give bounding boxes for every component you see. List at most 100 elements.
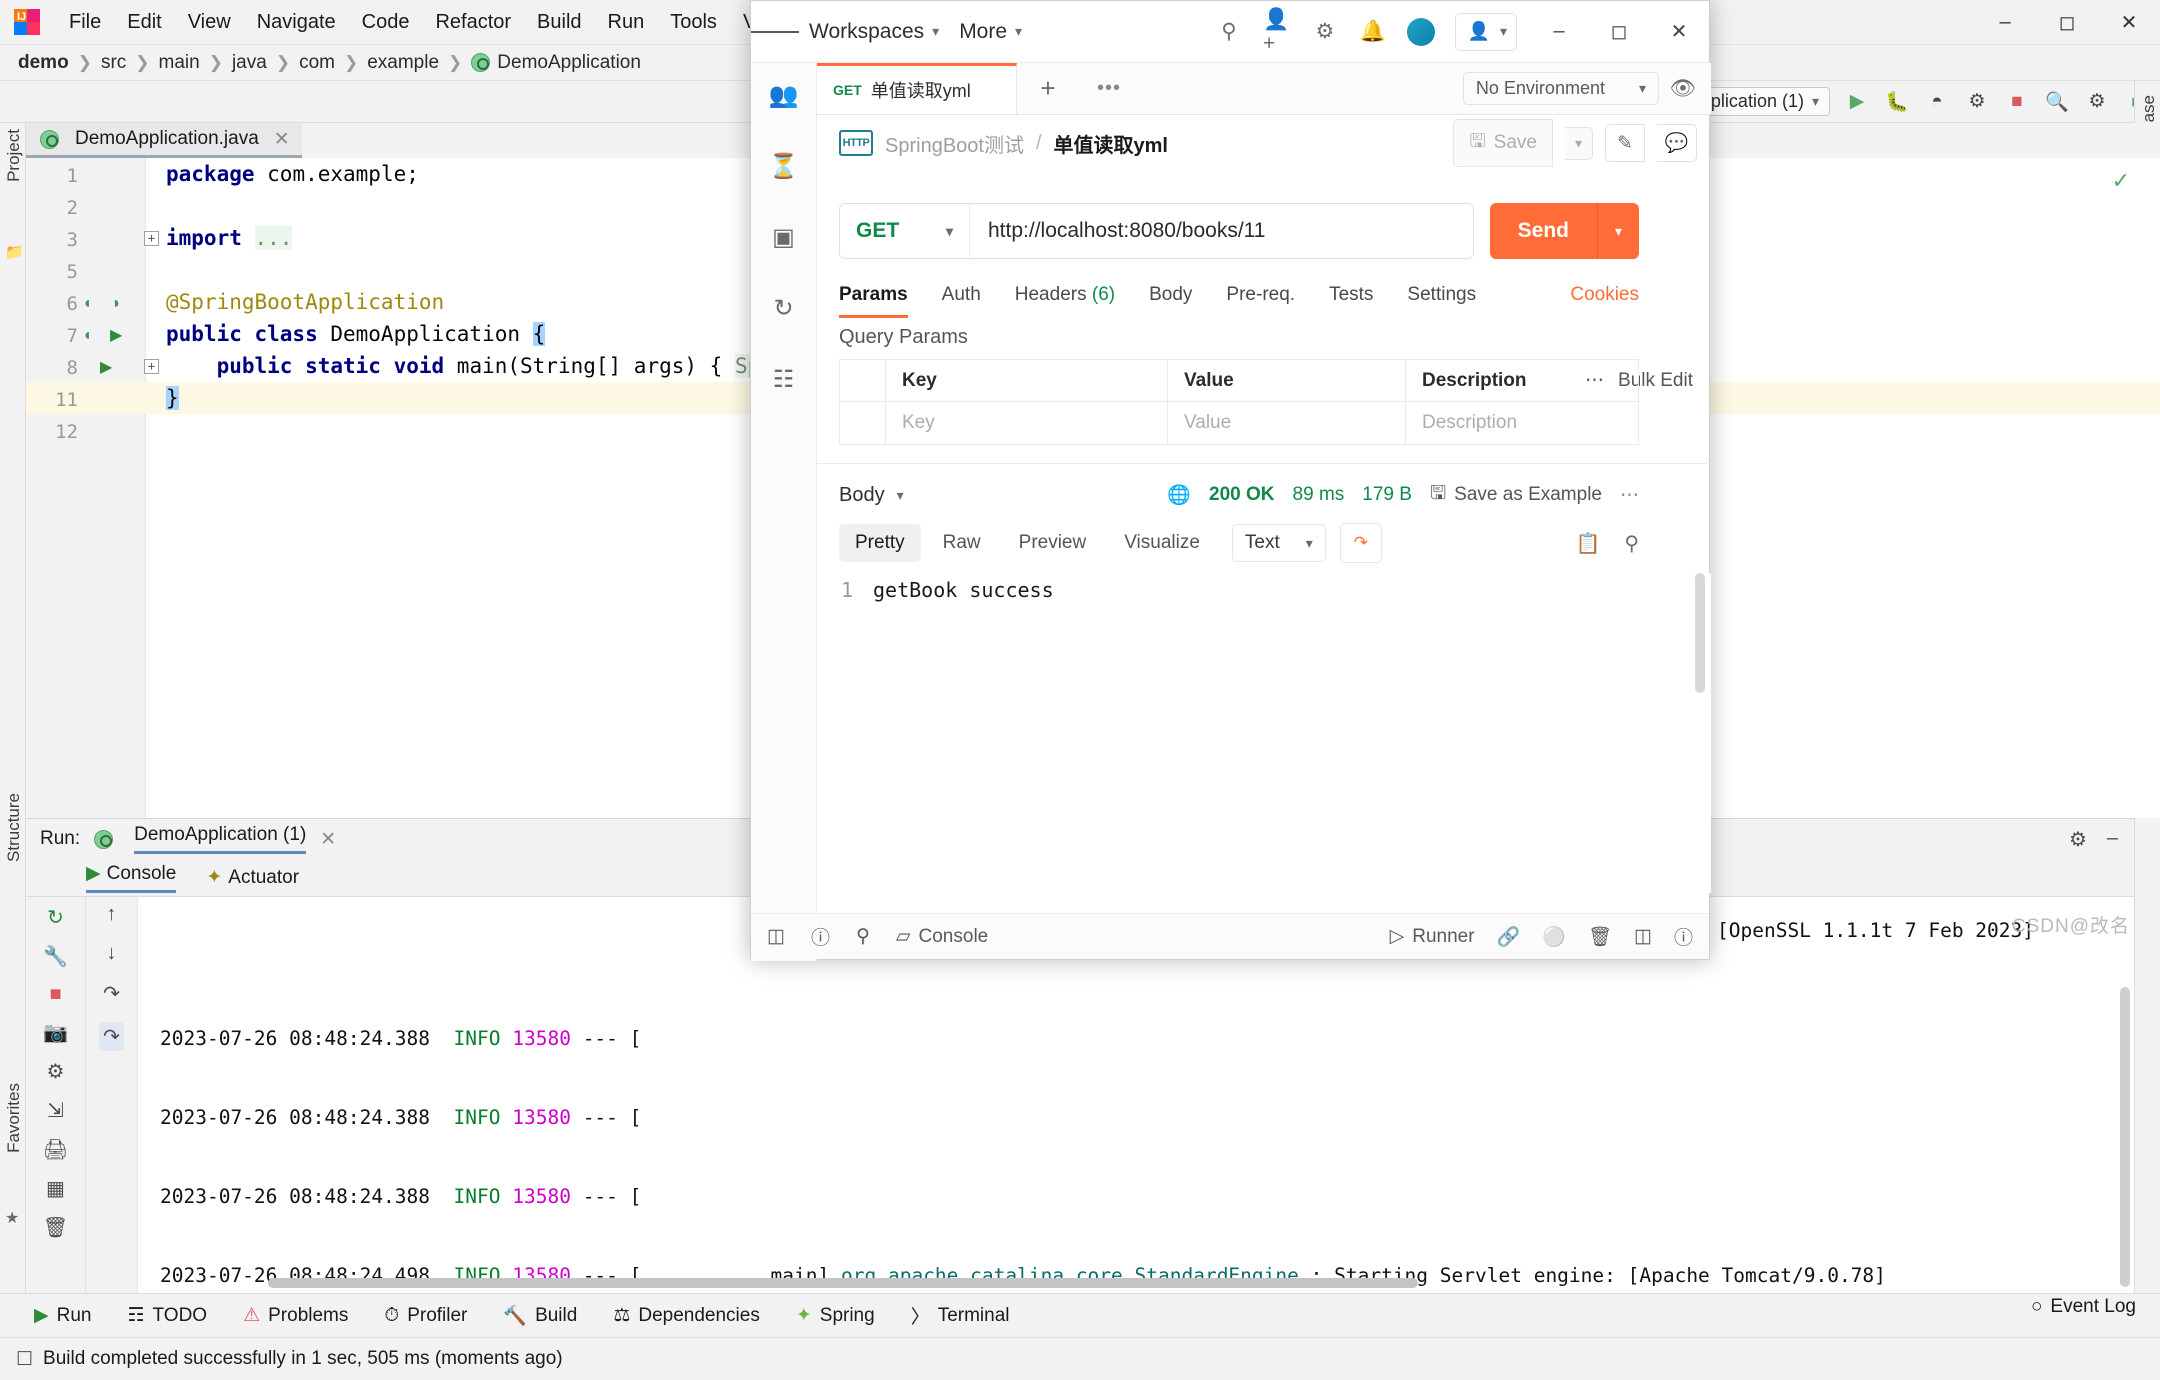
tab-params[interactable]: Params xyxy=(839,284,908,318)
tab-body[interactable]: Body xyxy=(1149,284,1192,306)
tool-window-structure[interactable]: Structure xyxy=(4,793,24,862)
status-tool-build[interactable]: 🔨 Build xyxy=(503,1304,577,1328)
run-session-tab[interactable]: DemoApplication (1) xyxy=(134,824,307,854)
environment-quick-look-icon[interactable]: 👁 xyxy=(1669,75,1697,103)
debug-button[interactable]: 🐛 xyxy=(1884,90,1910,114)
status-tool-dependencies[interactable]: ⚖ Dependencies xyxy=(613,1304,760,1327)
breadcrumb-java[interactable]: java xyxy=(232,52,267,74)
two-pane-icon[interactable]: ◫ xyxy=(1634,925,1652,948)
breadcrumb-main[interactable]: main xyxy=(159,52,200,74)
spring-check-gutter-icon[interactable]: ◑ xyxy=(110,295,120,313)
tab-pre-request[interactable]: Pre-req. xyxy=(1226,284,1295,306)
apps-grid-icon[interactable]: ☷ xyxy=(773,365,795,394)
sync-status-icon[interactable] xyxy=(1406,17,1435,46)
help-icon[interactable]: ⓘ xyxy=(811,923,830,950)
ide-maximize-button[interactable]: ◻ xyxy=(2036,0,2098,45)
tab-options-button[interactable]: ••• xyxy=(1079,63,1139,114)
tab-settings[interactable]: Settings xyxy=(1407,284,1476,306)
status-tool-problems[interactable]: ⚠ Problems xyxy=(243,1304,348,1327)
menu-code[interactable]: Code xyxy=(349,11,423,34)
ide-minimize-button[interactable]: – xyxy=(1974,0,2036,45)
view-tab-visualize[interactable]: Visualize xyxy=(1108,524,1216,562)
save-as-example-button[interactable]: 🖫 Save as Example xyxy=(1430,479,1602,511)
search-icon[interactable]: ⚲ xyxy=(1624,531,1639,556)
cookies-link[interactable]: Cookies xyxy=(1570,284,1639,306)
tab-console[interactable]: ▶ Console xyxy=(86,862,177,893)
scroll-up-icon[interactable]: ↑ xyxy=(107,903,117,926)
editor-tab-demoapplication[interactable]: DemoApplication.java ✕ xyxy=(26,123,302,158)
breadcrumb-demo[interactable]: demo xyxy=(18,52,69,74)
menu-tools[interactable]: Tools xyxy=(657,11,730,34)
scroll-down-icon[interactable]: ↓ xyxy=(107,942,117,965)
status-tool-terminal[interactable]: 〉 Terminal xyxy=(911,1302,1010,1329)
response-vertical-scrollbar[interactable] xyxy=(1695,573,1705,693)
http-method-selector[interactable]: GET ▾ xyxy=(840,204,970,258)
table-row[interactable]: Key Value Description xyxy=(840,402,1638,444)
menu-build[interactable]: Build xyxy=(524,11,594,34)
ide-close-button[interactable]: ✕ xyxy=(2098,0,2160,45)
postman-minimize-button[interactable]: – xyxy=(1529,1,1589,63)
tab-headers[interactable]: Headers (6) xyxy=(1015,284,1115,306)
breadcrumb-collection[interactable]: SpringBoot测试 xyxy=(885,129,1024,158)
coverage-button[interactable]: ◓ xyxy=(1924,91,1950,113)
save-button[interactable]: 🖫 Save xyxy=(1453,119,1553,167)
breadcrumb-request-name[interactable]: 单值读取yml xyxy=(1054,129,1168,158)
menu-run[interactable]: Run xyxy=(595,11,658,34)
rerun-icon[interactable]: ↻ xyxy=(47,905,64,930)
tool-window-favorites[interactable]: Favorites xyxy=(4,1083,24,1153)
search-everywhere-icon[interactable]: 🔍 xyxy=(2044,90,2070,114)
event-log-button[interactable]: ○ Event Log xyxy=(2031,1296,2136,1318)
star-icon[interactable]: ★ xyxy=(5,1208,19,1228)
menu-view[interactable]: View xyxy=(175,11,244,34)
wrench-icon[interactable]: 🔧 xyxy=(43,944,68,969)
sidebar-toggle-icon[interactable]: ◫ xyxy=(767,925,785,948)
key-input[interactable]: Key xyxy=(886,402,1168,444)
postman-close-button[interactable]: ✕ xyxy=(1649,1,1709,63)
stop-icon[interactable]: ■ xyxy=(49,983,61,1006)
wrap-lines-icon[interactable]: ↷ xyxy=(1339,523,1382,563)
layout-icon[interactable]: ▦ xyxy=(46,1176,65,1201)
status-tool-profiler[interactable]: ⏱ Profiler xyxy=(384,1305,467,1327)
gear-icon[interactable]: ⚙ xyxy=(1311,18,1339,46)
tab-auth[interactable]: Auth xyxy=(942,284,981,306)
run-gutter-icon[interactable]: ▶ xyxy=(100,357,112,377)
response-body[interactable]: 1 getBook success xyxy=(817,573,1711,893)
description-input[interactable]: Description xyxy=(1406,402,1638,444)
bean-gutter-icon[interactable]: ◐ xyxy=(84,295,94,313)
select-all-cell[interactable] xyxy=(840,360,886,401)
menu-edit[interactable]: Edit xyxy=(114,11,174,34)
breadcrumb-demoapplication[interactable]: DemoApplication xyxy=(497,52,641,74)
row-checkbox-cell[interactable] xyxy=(840,402,886,444)
help-circle-icon[interactable]: ⓘ xyxy=(1674,923,1693,950)
response-body-label[interactable]: Body xyxy=(839,484,885,507)
menu-navigate[interactable]: Navigate xyxy=(244,11,349,34)
search-icon[interactable]: ⚲ xyxy=(1215,18,1243,46)
run-gutter-icon[interactable]: ▶ xyxy=(110,325,122,345)
breadcrumb-com[interactable]: com xyxy=(299,52,335,74)
view-tab-preview[interactable]: Preview xyxy=(1003,524,1103,562)
close-icon[interactable]: ✕ xyxy=(274,128,290,151)
trash-icon[interactable]: 🗑 xyxy=(1588,925,1612,949)
fold-expand-icon[interactable]: + xyxy=(144,231,159,246)
run-button[interactable]: ▶ xyxy=(1844,90,1870,113)
value-input[interactable]: Value xyxy=(1168,402,1406,444)
trash-icon[interactable]: 🗑 xyxy=(43,1215,68,1240)
tab-actuator[interactable]: ✦ Actuator xyxy=(206,866,299,889)
profile-button[interactable]: ⚙ xyxy=(1964,90,1990,113)
minimize-panel-icon[interactable]: – xyxy=(2107,827,2118,852)
tool-window-project[interactable]: Project xyxy=(4,129,24,182)
new-tab-button[interactable]: + xyxy=(1017,63,1079,114)
invite-icon[interactable]: 👤+ xyxy=(1263,8,1291,55)
status-tool-spring[interactable]: ✦ Spring xyxy=(796,1304,875,1327)
find-icon[interactable]: ⚲ xyxy=(856,925,870,948)
close-icon[interactable]: ✕ xyxy=(320,828,336,851)
stop-button[interactable]: ■ xyxy=(2004,91,2030,113)
console-vertical-scrollbar[interactable] xyxy=(2120,987,2130,1287)
postman-maximize-button[interactable]: ◻ xyxy=(1589,1,1649,63)
account-menu[interactable]: 👤 ▾ xyxy=(1454,12,1517,51)
view-tab-raw[interactable]: Raw xyxy=(927,524,997,562)
send-button[interactable]: Send xyxy=(1489,203,1597,259)
more-menu[interactable]: More ▾ xyxy=(949,20,1032,44)
scroll-to-end-icon[interactable]: ↷ xyxy=(99,1022,124,1051)
camera-icon[interactable]: 📷 xyxy=(43,1020,68,1045)
